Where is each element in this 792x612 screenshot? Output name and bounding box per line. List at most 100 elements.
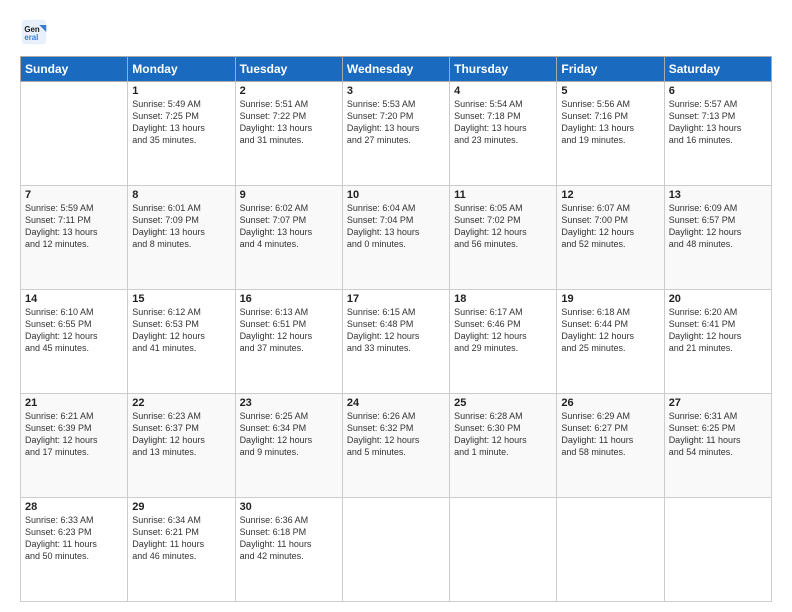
calendar-cell: 28Sunrise: 6:33 AM Sunset: 6:23 PM Dayli… <box>21 498 128 602</box>
weekday-header-wednesday: Wednesday <box>342 57 449 82</box>
day-number: 9 <box>240 189 338 201</box>
calendar-cell: 13Sunrise: 6:09 AM Sunset: 6:57 PM Dayli… <box>664 186 771 290</box>
day-number: 8 <box>132 189 230 201</box>
calendar-cell: 19Sunrise: 6:18 AM Sunset: 6:44 PM Dayli… <box>557 290 664 394</box>
day-info: Sunrise: 6:29 AM Sunset: 6:27 PM Dayligh… <box>561 410 659 459</box>
calendar-cell: 22Sunrise: 6:23 AM Sunset: 6:37 PM Dayli… <box>128 394 235 498</box>
calendar-week-3: 14Sunrise: 6:10 AM Sunset: 6:55 PM Dayli… <box>21 290 772 394</box>
day-number: 6 <box>669 85 767 97</box>
calendar-cell: 4Sunrise: 5:54 AM Sunset: 7:18 PM Daylig… <box>450 82 557 186</box>
calendar-cell: 17Sunrise: 6:15 AM Sunset: 6:48 PM Dayli… <box>342 290 449 394</box>
calendar-cell: 25Sunrise: 6:28 AM Sunset: 6:30 PM Dayli… <box>450 394 557 498</box>
day-number: 26 <box>561 397 659 409</box>
calendar-cell <box>342 498 449 602</box>
day-number: 19 <box>561 293 659 305</box>
day-number: 4 <box>454 85 552 97</box>
day-number: 15 <box>132 293 230 305</box>
day-number: 20 <box>669 293 767 305</box>
header: Gen eral <box>20 18 772 46</box>
day-info: Sunrise: 5:51 AM Sunset: 7:22 PM Dayligh… <box>240 98 338 147</box>
calendar-cell: 26Sunrise: 6:29 AM Sunset: 6:27 PM Dayli… <box>557 394 664 498</box>
calendar-cell <box>21 82 128 186</box>
calendar-table: SundayMondayTuesdayWednesdayThursdayFrid… <box>20 56 772 602</box>
calendar-cell: 12Sunrise: 6:07 AM Sunset: 7:00 PM Dayli… <box>557 186 664 290</box>
calendar-week-5: 28Sunrise: 6:33 AM Sunset: 6:23 PM Dayli… <box>21 498 772 602</box>
calendar-cell: 2Sunrise: 5:51 AM Sunset: 7:22 PM Daylig… <box>235 82 342 186</box>
day-info: Sunrise: 6:34 AM Sunset: 6:21 PM Dayligh… <box>132 514 230 563</box>
day-info: Sunrise: 5:53 AM Sunset: 7:20 PM Dayligh… <box>347 98 445 147</box>
day-number: 28 <box>25 501 123 513</box>
day-number: 18 <box>454 293 552 305</box>
day-info: Sunrise: 6:10 AM Sunset: 6:55 PM Dayligh… <box>25 306 123 355</box>
day-number: 2 <box>240 85 338 97</box>
calendar-cell: 27Sunrise: 6:31 AM Sunset: 6:25 PM Dayli… <box>664 394 771 498</box>
weekday-header-saturday: Saturday <box>664 57 771 82</box>
day-info: Sunrise: 5:54 AM Sunset: 7:18 PM Dayligh… <box>454 98 552 147</box>
calendar-cell: 11Sunrise: 6:05 AM Sunset: 7:02 PM Dayli… <box>450 186 557 290</box>
day-number: 11 <box>454 189 552 201</box>
calendar-cell: 30Sunrise: 6:36 AM Sunset: 6:18 PM Dayli… <box>235 498 342 602</box>
day-info: Sunrise: 6:02 AM Sunset: 7:07 PM Dayligh… <box>240 202 338 251</box>
calendar-cell: 8Sunrise: 6:01 AM Sunset: 7:09 PM Daylig… <box>128 186 235 290</box>
day-info: Sunrise: 6:13 AM Sunset: 6:51 PM Dayligh… <box>240 306 338 355</box>
calendar-cell: 14Sunrise: 6:10 AM Sunset: 6:55 PM Dayli… <box>21 290 128 394</box>
day-number: 10 <box>347 189 445 201</box>
page: Gen eral SundayMondayTuesdayWednesdayThu… <box>0 0 792 612</box>
day-info: Sunrise: 5:59 AM Sunset: 7:11 PM Dayligh… <box>25 202 123 251</box>
day-info: Sunrise: 6:23 AM Sunset: 6:37 PM Dayligh… <box>132 410 230 459</box>
calendar-cell: 15Sunrise: 6:12 AM Sunset: 6:53 PM Dayli… <box>128 290 235 394</box>
day-info: Sunrise: 6:21 AM Sunset: 6:39 PM Dayligh… <box>25 410 123 459</box>
day-number: 5 <box>561 85 659 97</box>
calendar-cell: 10Sunrise: 6:04 AM Sunset: 7:04 PM Dayli… <box>342 186 449 290</box>
weekday-header-row: SundayMondayTuesdayWednesdayThursdayFrid… <box>21 57 772 82</box>
day-info: Sunrise: 6:17 AM Sunset: 6:46 PM Dayligh… <box>454 306 552 355</box>
calendar-cell <box>557 498 664 602</box>
day-info: Sunrise: 6:01 AM Sunset: 7:09 PM Dayligh… <box>132 202 230 251</box>
day-info: Sunrise: 6:09 AM Sunset: 6:57 PM Dayligh… <box>669 202 767 251</box>
day-number: 16 <box>240 293 338 305</box>
day-info: Sunrise: 6:07 AM Sunset: 7:00 PM Dayligh… <box>561 202 659 251</box>
day-info: Sunrise: 6:12 AM Sunset: 6:53 PM Dayligh… <box>132 306 230 355</box>
day-number: 14 <box>25 293 123 305</box>
day-number: 17 <box>347 293 445 305</box>
svg-text:eral: eral <box>24 33 38 42</box>
calendar-cell: 9Sunrise: 6:02 AM Sunset: 7:07 PM Daylig… <box>235 186 342 290</box>
weekday-header-tuesday: Tuesday <box>235 57 342 82</box>
day-info: Sunrise: 6:36 AM Sunset: 6:18 PM Dayligh… <box>240 514 338 563</box>
day-number: 27 <box>669 397 767 409</box>
day-info: Sunrise: 6:26 AM Sunset: 6:32 PM Dayligh… <box>347 410 445 459</box>
day-info: Sunrise: 6:33 AM Sunset: 6:23 PM Dayligh… <box>25 514 123 563</box>
calendar-cell: 16Sunrise: 6:13 AM Sunset: 6:51 PM Dayli… <box>235 290 342 394</box>
logo: Gen eral <box>20 18 52 46</box>
day-info: Sunrise: 5:57 AM Sunset: 7:13 PM Dayligh… <box>669 98 767 147</box>
weekday-header-monday: Monday <box>128 57 235 82</box>
day-info: Sunrise: 6:28 AM Sunset: 6:30 PM Dayligh… <box>454 410 552 459</box>
calendar-cell: 6Sunrise: 5:57 AM Sunset: 7:13 PM Daylig… <box>664 82 771 186</box>
day-number: 22 <box>132 397 230 409</box>
calendar-cell: 24Sunrise: 6:26 AM Sunset: 6:32 PM Dayli… <box>342 394 449 498</box>
day-number: 13 <box>669 189 767 201</box>
day-number: 7 <box>25 189 123 201</box>
day-info: Sunrise: 5:49 AM Sunset: 7:25 PM Dayligh… <box>132 98 230 147</box>
calendar-cell: 3Sunrise: 5:53 AM Sunset: 7:20 PM Daylig… <box>342 82 449 186</box>
calendar-cell: 23Sunrise: 6:25 AM Sunset: 6:34 PM Dayli… <box>235 394 342 498</box>
calendar-cell <box>450 498 557 602</box>
weekday-header-friday: Friday <box>557 57 664 82</box>
day-number: 21 <box>25 397 123 409</box>
day-number: 24 <box>347 397 445 409</box>
weekday-header-thursday: Thursday <box>450 57 557 82</box>
day-number: 29 <box>132 501 230 513</box>
calendar-cell: 1Sunrise: 5:49 AM Sunset: 7:25 PM Daylig… <box>128 82 235 186</box>
calendar-cell: 20Sunrise: 6:20 AM Sunset: 6:41 PM Dayli… <box>664 290 771 394</box>
day-number: 1 <box>132 85 230 97</box>
day-number: 30 <box>240 501 338 513</box>
calendar-cell: 7Sunrise: 5:59 AM Sunset: 7:11 PM Daylig… <box>21 186 128 290</box>
logo-icon: Gen eral <box>20 18 48 46</box>
day-number: 25 <box>454 397 552 409</box>
day-info: Sunrise: 6:04 AM Sunset: 7:04 PM Dayligh… <box>347 202 445 251</box>
calendar-cell: 21Sunrise: 6:21 AM Sunset: 6:39 PM Dayli… <box>21 394 128 498</box>
weekday-header-sunday: Sunday <box>21 57 128 82</box>
calendar-cell: 5Sunrise: 5:56 AM Sunset: 7:16 PM Daylig… <box>557 82 664 186</box>
day-info: Sunrise: 5:56 AM Sunset: 7:16 PM Dayligh… <box>561 98 659 147</box>
calendar-cell: 18Sunrise: 6:17 AM Sunset: 6:46 PM Dayli… <box>450 290 557 394</box>
